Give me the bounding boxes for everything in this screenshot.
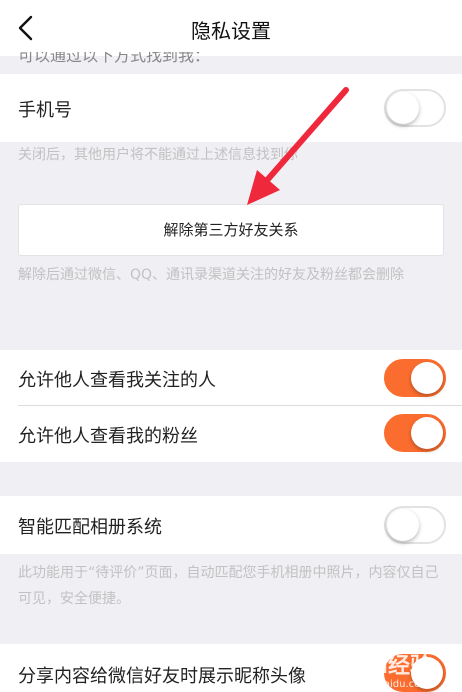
album-toggle[interactable] [384,506,446,544]
page-title: 隐私设置 [191,19,271,43]
album-row: 智能匹配相册系统 [0,496,462,554]
toggle-knob [411,362,443,394]
album-row-label: 智能匹配相册系统 [18,517,162,538]
watermark-logo: Baidu经验 [317,654,432,679]
nav-bar: 隐私设置 [0,0,462,56]
divider [18,405,462,406]
toggle-knob [411,417,443,449]
phone-row: 手机号 [0,74,462,142]
album-hint: 此功能用于“待评价”页面，自动匹配您手机相册中照片，内容仅自己可见，安全便捷。 [18,565,439,607]
following-row-label: 允许他人查看我关注的人 [18,370,216,391]
unbind-third-party-button[interactable]: 解除第三方好友关系 [18,204,444,256]
visibility-group: 允许他人查看我关注的人 允许他人查看我的粉丝 [0,350,462,462]
section-caption: 可以通过以下方式找到我： [18,52,211,65]
fans-toggle[interactable] [384,414,446,452]
third-party-hint: 解除后通过微信、QQ、通讯录渠道关注的好友及粉丝都会删除 [18,267,405,283]
phone-toggle[interactable] [384,89,446,127]
phone-hint: 关闭后，其他用户将不能通过上述信息找到你 [18,147,298,163]
fans-row-label: 允许他人查看我的粉丝 [18,426,198,447]
toggle-knob [387,92,419,124]
watermark-url: jingyan.baidu.com [337,679,430,690]
following-toggle[interactable] [384,359,446,397]
toggle-knob [387,509,419,541]
share-row-label: 分享内容给微信好友时展示昵称头像 [18,666,306,687]
phone-row-label: 手机号 [18,100,72,121]
